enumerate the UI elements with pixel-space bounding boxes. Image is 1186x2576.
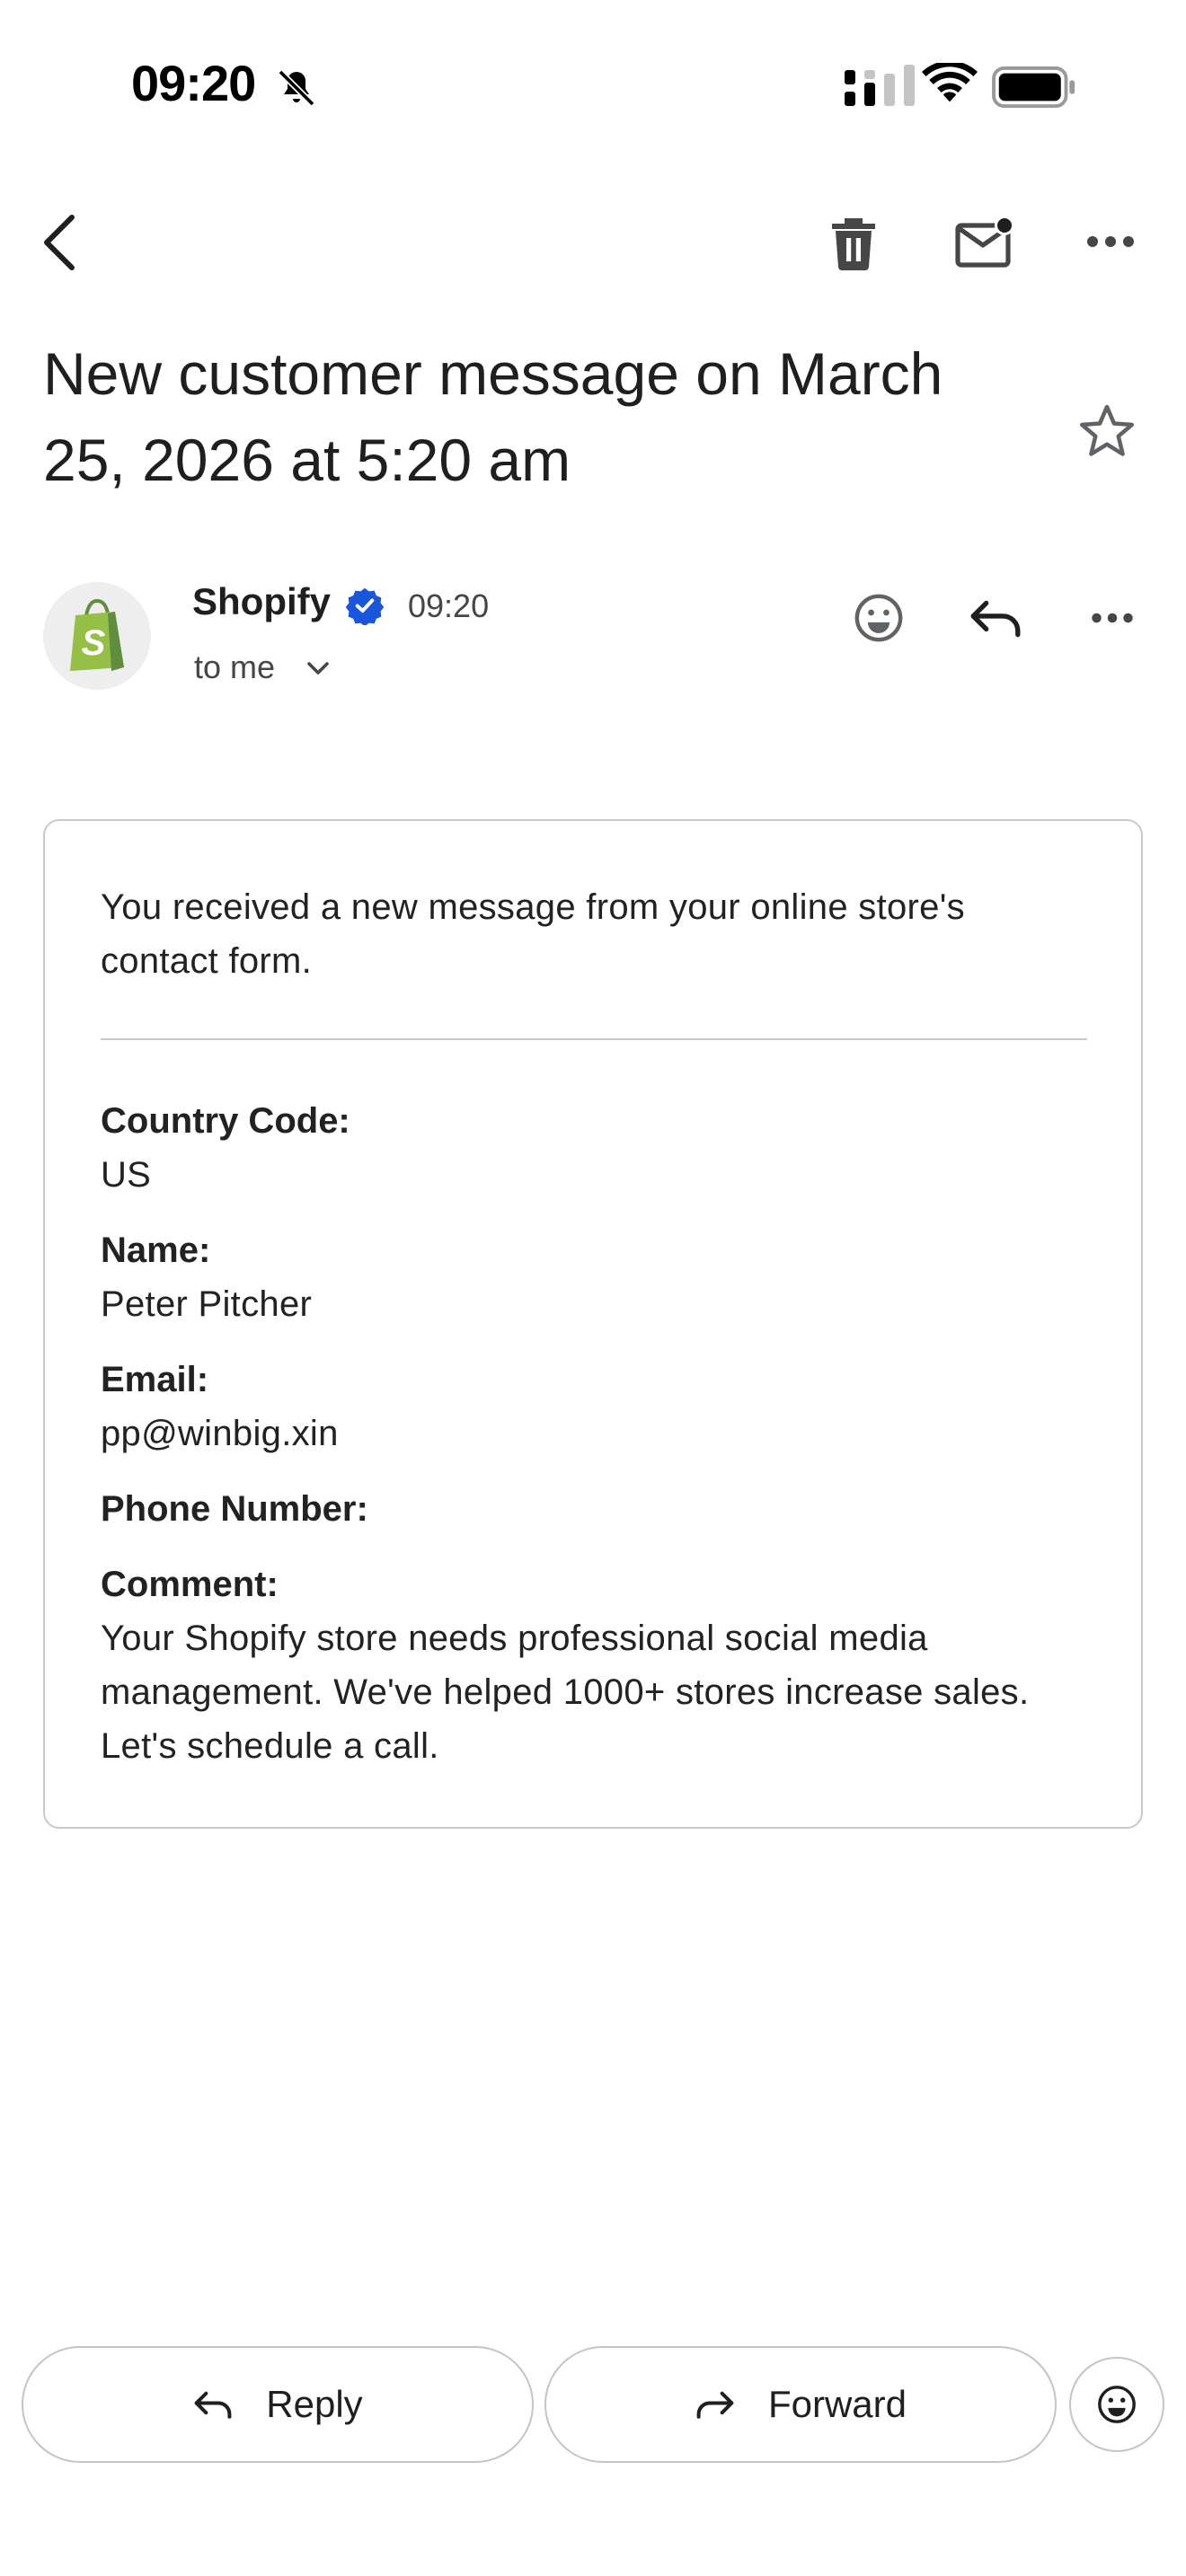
reply-button[interactable]: Reply (22, 2346, 534, 2463)
svg-text:S: S (82, 623, 106, 663)
field-label-country-code: Country Code: (101, 1101, 350, 1141)
cellular-signal-icon (845, 65, 915, 106)
field-value-country-code: US (101, 1155, 152, 1195)
mark-unread-button[interactable] (943, 201, 1026, 282)
reply-icon (970, 600, 1021, 638)
reply-icon-button[interactable] (958, 580, 1033, 656)
message-more-button[interactable] (1075, 580, 1150, 656)
message-card: You received a new message from your onl… (43, 819, 1143, 1829)
divider (101, 1038, 1087, 1040)
star-button[interactable] (1071, 395, 1143, 467)
trash-icon (832, 218, 875, 270)
message-intro: You received a new message from your onl… (101, 887, 965, 981)
star-icon (1079, 404, 1135, 456)
forward-icon (696, 2391, 734, 2419)
sender-time: 09:20 (408, 587, 490, 624)
recipient-label[interactable]: to me (194, 648, 275, 686)
chevron-down-icon (307, 662, 329, 675)
back-arrow-icon (44, 215, 75, 270)
field-label-comment: Comment: (101, 1565, 279, 1604)
field-value-name: Peter Pitcher (101, 1284, 313, 1324)
wifi-icon (922, 63, 978, 102)
reply-icon (194, 2391, 232, 2419)
email-subject: New customer message on March 25, 2026 a… (43, 340, 943, 493)
verified-badge-icon (345, 587, 385, 625)
forward-button[interactable]: Forward (544, 2346, 1057, 2463)
field-label-name: Name: (101, 1231, 211, 1270)
status-bar: 09:20 (0, 0, 1186, 171)
react-button[interactable] (1069, 2357, 1164, 2452)
field-label-phone: Phone Number: (101, 1489, 368, 1529)
shopify-logo-icon: S (70, 599, 124, 671)
sender-name[interactable]: Shopify (192, 580, 331, 623)
battery-icon (992, 66, 1075, 108)
emoji-icon (1098, 2386, 1136, 2423)
recipient-details-toggle[interactable] (302, 652, 334, 684)
reply-button-label: Reply (266, 2383, 363, 2425)
forward-button-label: Forward (767, 2383, 907, 2425)
mark-unread-icon (955, 216, 1014, 268)
add-reaction-button[interactable] (841, 580, 916, 656)
field-value-email[interactable]: pp@winbig.xin (101, 1414, 339, 1454)
bell-off-icon (278, 69, 315, 107)
more-options-button[interactable] (1069, 201, 1152, 282)
field-value-comment: Your Shopify store needs professional so… (101, 1619, 1030, 1766)
more-horizontal-icon (1092, 613, 1133, 623)
delete-button[interactable] (816, 201, 891, 282)
field-label-email: Email: (101, 1360, 209, 1399)
status-time: 09:20 (131, 55, 256, 111)
sender-avatar[interactable]: S (43, 582, 151, 690)
back-button[interactable] (25, 199, 97, 286)
more-horizontal-icon (1087, 236, 1134, 247)
emoji-icon (854, 594, 903, 642)
